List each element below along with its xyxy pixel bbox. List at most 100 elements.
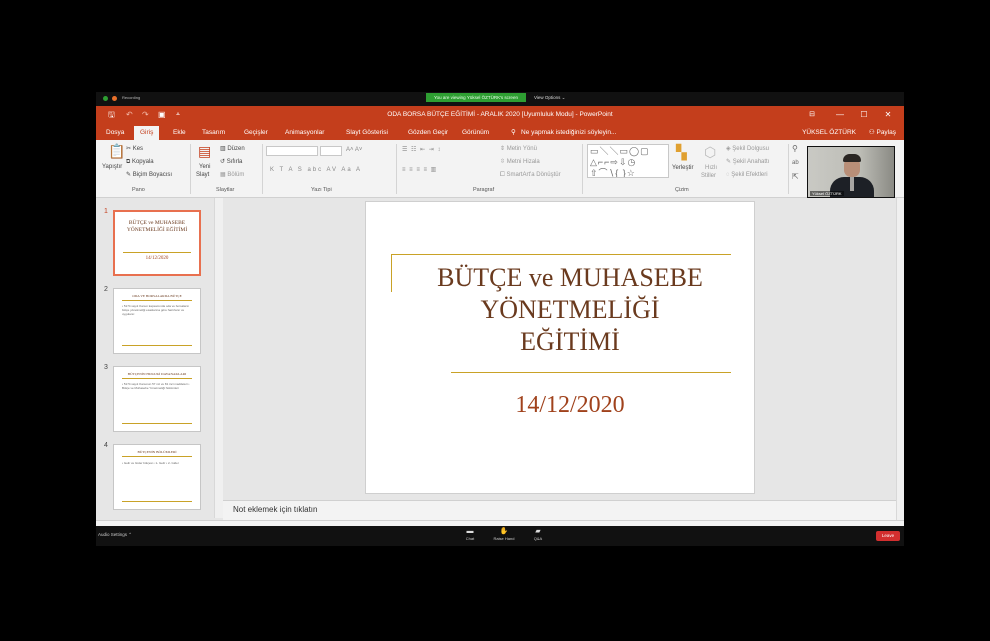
- pen-icon: ✎: [726, 159, 733, 165]
- slide-title-line: BÜTÇE ve MUHASEBE: [437, 263, 703, 292]
- replace-icon[interactable]: ab: [792, 158, 799, 168]
- thumbnail-slide-4[interactable]: BÜTÇENİN BÖLÜMLERİ • Gelir ve Gider bütç…: [113, 444, 201, 510]
- title-bar: 🖫 ↶ ↷ ▣ ⩡ ODA BORSA BÜTÇE EĞİTİMİ - ARAL…: [96, 106, 904, 124]
- close-button[interactable]: ✕: [874, 106, 902, 124]
- reset-button[interactable]: ↺ Sıfırla: [220, 158, 242, 166]
- chat-label: Chat: [465, 536, 475, 541]
- raise-hand-button[interactable]: ✋ Raise Hand: [490, 527, 518, 542]
- thumb-rule: [123, 252, 191, 253]
- slide-thumbnails-pane: 1 BÜTÇE ve MUHASEBE YÖNETMELİĞİ EĞİTİMİ …: [96, 198, 214, 526]
- raise-hand-icon: ✋: [499, 528, 509, 535]
- list-buttons[interactable]: ☰ ☷ ⇤ ⇥ ↕: [402, 146, 441, 154]
- tab-tasarim[interactable]: Tasarım: [202, 126, 225, 140]
- leave-button[interactable]: Leave: [876, 531, 900, 541]
- arrange-icon[interactable]: ▚: [676, 144, 687, 160]
- tab-gecisler[interactable]: Geçişler: [244, 126, 268, 140]
- group-font: Yazı Tipi: [311, 187, 332, 193]
- font-size-buttons[interactable]: A˄ A˅: [346, 146, 362, 154]
- thumb-number: 3: [104, 364, 108, 371]
- group-paragraph: Paragraf: [473, 187, 495, 193]
- align-text-button[interactable]: ⇳ Metni Hizala: [500, 158, 540, 166]
- format-painter-button[interactable]: ✎ Biçim Boyacısı: [126, 171, 172, 179]
- cut-button[interactable]: ✂ Kes: [126, 145, 143, 153]
- copy-button[interactable]: ⧉ Kopyala: [126, 158, 154, 166]
- smartart-button[interactable]: ⧠ SmartArt'a Dönüştür: [500, 171, 561, 179]
- ribbon-display-options-icon[interactable]: ⊟: [798, 106, 826, 124]
- font-size-field[interactable]: [320, 146, 342, 156]
- thumbnails-scrollbar[interactable]: [214, 198, 223, 518]
- tab-gozden-gecir[interactable]: Gözden Geçir: [408, 126, 448, 140]
- align-text-icon: ⇳: [500, 159, 507, 165]
- powerpoint-window: 🖫 ↶ ↷ ▣ ⩡ ODA BORSA BÜTÇE EĞİTİMİ - ARAL…: [96, 106, 904, 526]
- shape-effects-button[interactable]: ◌ Şekil Efektleri: [726, 171, 768, 179]
- thumbnail-slide-3[interactable]: BÜTÇENİN HUKUKİ DAYANAKLARI • 5174 sayıl…: [113, 366, 201, 432]
- quick-styles-label: Stiller: [701, 173, 717, 179]
- tab-gorunum[interactable]: Görünüm: [462, 126, 489, 140]
- layout-label: Düzen: [227, 146, 245, 152]
- signed-in-user[interactable]: YÜKSEL ÖZTÜRK: [802, 126, 856, 140]
- paste-icon[interactable]: 📋: [108, 143, 125, 159]
- slide-left-rule: [391, 254, 392, 292]
- tell-me-search[interactable]: Ne yapmak istediğinizi söyleyin...: [521, 126, 616, 140]
- thumb-rule: [122, 345, 192, 346]
- raise-hand-label: Raise Hand: [493, 536, 515, 541]
- new-slide-icon[interactable]: ▤: [198, 143, 211, 159]
- layout-button[interactable]: ▥ Düzen: [220, 145, 245, 153]
- quick-styles-icon[interactable]: ⬡: [704, 144, 716, 160]
- quick-styles-button[interactable]: Hızlı: [705, 164, 717, 172]
- thumb-number: 2: [104, 286, 108, 293]
- tab-giris[interactable]: Giriş: [134, 126, 160, 140]
- ribbon-separator: [396, 144, 397, 194]
- text-direction-label: Metin Yönü: [506, 146, 537, 152]
- thumbnail-slide-2[interactable]: ODA VE BORSALARDA BÜTÇE • 5174 sayılı Ka…: [113, 288, 201, 354]
- slide-title[interactable]: BÜTÇE ve MUHASEBE YÖNETMELİĞİ EĞİTİMİ: [406, 262, 734, 358]
- thumb-number: 4: [104, 442, 108, 449]
- format-painter-label: Biçim Boyacısı: [132, 172, 173, 178]
- cut-label: Kes: [132, 146, 144, 152]
- alignment-buttons[interactable]: ≡ ≡ ≡ ≡ ▥: [402, 166, 437, 174]
- notes-pane[interactable]: Not eklemek için tıklatın: [223, 500, 896, 520]
- tab-slayt-gosterisi[interactable]: Slayt Gösterisi: [346, 126, 388, 140]
- thumbnail-slide-1[interactable]: BÜTÇE ve MUHASEBE YÖNETMELİĞİ EĞİTİMİ 14…: [113, 210, 201, 276]
- tab-dosya[interactable]: Dosya: [106, 126, 124, 140]
- webcam-video[interactable]: Yüksel ÖZTÜRK: [807, 146, 895, 198]
- align-text-label: Metni Hizala: [506, 159, 540, 165]
- new-slide-button[interactable]: Yeni: [199, 163, 210, 171]
- slide-date[interactable]: 14/12/2020: [406, 392, 734, 419]
- smartart-label: SmartArt'a Dönüştür: [506, 172, 561, 178]
- qa-button[interactable]: ▰ Q&A: [524, 527, 552, 542]
- share-button[interactable]: ⚇ Paylaş: [869, 126, 896, 140]
- group-clipboard: Pano: [132, 187, 145, 193]
- audio-settings-button[interactable]: Audio Settings ⌃: [98, 532, 132, 538]
- shapes-gallery[interactable]: ▭＼＼▭◯▢ △⌐⌐⇨⇩◷ ⇧⌒∖{ }☆: [587, 144, 669, 178]
- shape-fill-button[interactable]: ◈ Şekil Dolgusu: [726, 145, 769, 153]
- tab-animasyonlar[interactable]: Animasyonlar: [285, 126, 324, 140]
- thumb-body: • 5174 sayılı Kanun kapsamında oda ve bo…: [122, 304, 190, 316]
- font-name-field[interactable]: [266, 146, 318, 156]
- thumb-number: 1: [104, 208, 108, 215]
- chat-button[interactable]: ▬ Chat: [456, 527, 484, 542]
- text-direction-button[interactable]: ⇕ Metin Yönü: [500, 145, 537, 153]
- thumb-title: BÜTÇENİN HUKUKİ DAYANAKLARI: [127, 372, 187, 376]
- slide-scrollbar[interactable]: [896, 198, 904, 526]
- ribbon-separator: [262, 144, 263, 194]
- ribbon-separator: [582, 144, 583, 194]
- ribbon-separator: [788, 144, 789, 194]
- paste-button[interactable]: Yapıştır: [102, 163, 122, 171]
- webcam-person-tie: [850, 177, 854, 191]
- shape-effects-label: Şekil Efektleri: [731, 172, 768, 178]
- arrange-button[interactable]: Yerleştir: [672, 164, 693, 172]
- font-format-buttons[interactable]: K T A S abc AV Aa A: [270, 166, 362, 174]
- thumb-body: • Gelir ve Gider bütçesi • 1- Gelir • 2-…: [122, 461, 179, 465]
- current-slide[interactable]: BÜTÇE ve MUHASEBE YÖNETMELİĞİ EĞİTİMİ 14…: [365, 201, 755, 494]
- share-label: Paylaş: [876, 129, 896, 136]
- thumb-rule: [122, 501, 192, 502]
- window-title: ODA BORSA BÜTÇE EĞİTİMİ - ARALIK 2020 [U…: [387, 111, 613, 118]
- section-button[interactable]: ▦ Bölüm: [220, 171, 244, 179]
- shape-outline-button[interactable]: ✎ Şekil Anahattı: [726, 158, 769, 166]
- ribbon-separator: [190, 144, 191, 194]
- find-icon[interactable]: ⚲: [792, 144, 798, 154]
- select-icon[interactable]: ⇱: [792, 172, 799, 182]
- view-options-button[interactable]: View Options ⌄: [534, 93, 565, 102]
- tab-ekle[interactable]: Ekle: [173, 126, 186, 140]
